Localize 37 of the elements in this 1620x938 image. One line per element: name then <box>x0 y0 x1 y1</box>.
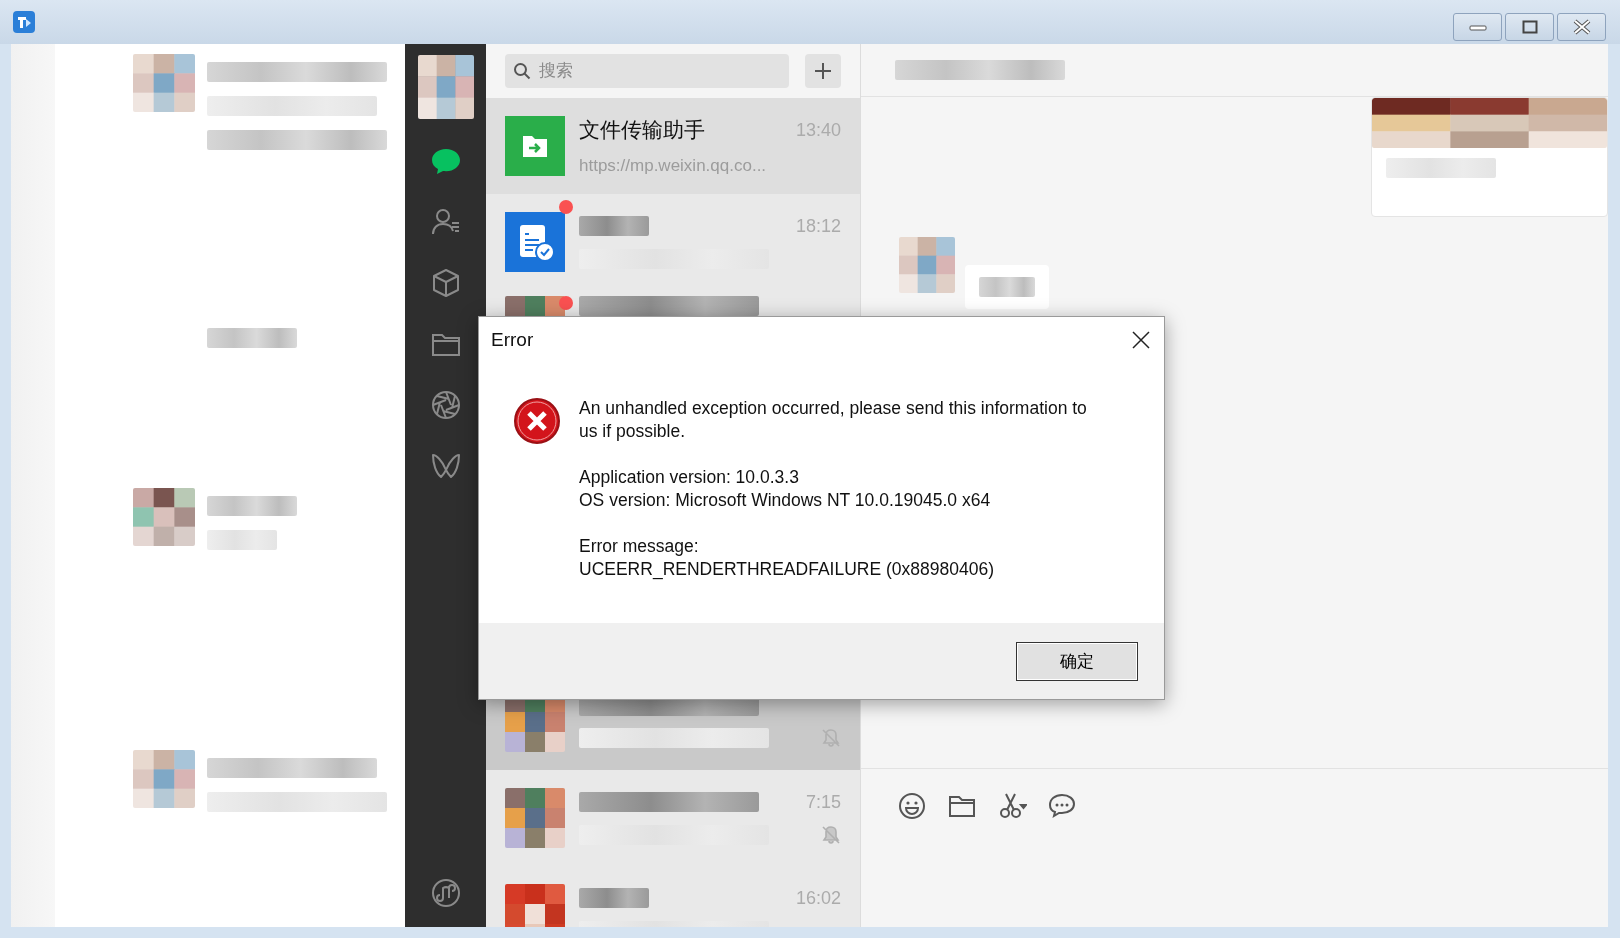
message-preview: https://mp.weixin.qq.co... <box>579 156 767 176</box>
app-icon <box>12 10 36 34</box>
search-icon <box>513 62 531 80</box>
message-text: Application version: 10.0.3.3 <box>579 466 800 489</box>
file-transfer-avatar <box>505 116 565 176</box>
message-text: OS version: Microsoft Windows NT 10.0.19045.0 x64 <box>579 489 992 512</box>
maximize-button[interactable] <box>1505 13 1554 41</box>
message-time: 16:02 <box>795 887 841 909</box>
message-time: 7:15 <box>805 791 841 813</box>
blurred-text <box>979 277 1035 297</box>
message-time: 18:12 <box>795 215 841 237</box>
chat-list-item[interactable]: 16:02 <box>486 866 860 927</box>
plus-icon <box>814 62 832 80</box>
message-text: An unhandled exception occurred, please send this information to us if possible. <box>579 397 1088 443</box>
close-button[interactable] <box>1130 329 1152 351</box>
blurred-text <box>579 216 649 236</box>
link-circle-icon <box>429 877 462 909</box>
aperture-icon <box>429 389 462 421</box>
dialog-title: Error <box>491 329 534 351</box>
message-text: UCEERR_RENDERTHREADFAILURE (0x88980406) <box>579 558 995 581</box>
error-icon <box>513 397 561 445</box>
blurred-text <box>579 888 649 908</box>
close-icon <box>1572 19 1591 35</box>
chat-list-item[interactable]: 7:15 <box>486 770 860 866</box>
ok-button[interactable]: 确定 <box>1016 641 1138 681</box>
message-text: Error message: <box>579 535 700 558</box>
scissors-icon[interactable] <box>997 791 1027 821</box>
close-icon <box>1130 329 1152 351</box>
document-check-avatar <box>505 212 565 272</box>
contact-name: 文件传输助手 <box>579 117 705 143</box>
add-button[interactable] <box>805 54 841 88</box>
search-field[interactable]: 搜索 <box>505 54 789 88</box>
maximize-icon <box>1521 20 1538 34</box>
chat-list-item[interactable]: 18:12 <box>486 194 860 290</box>
blurred-text <box>207 530 277 550</box>
emoji-icon[interactable] <box>897 791 927 821</box>
minimize-icon <box>1468 22 1487 32</box>
